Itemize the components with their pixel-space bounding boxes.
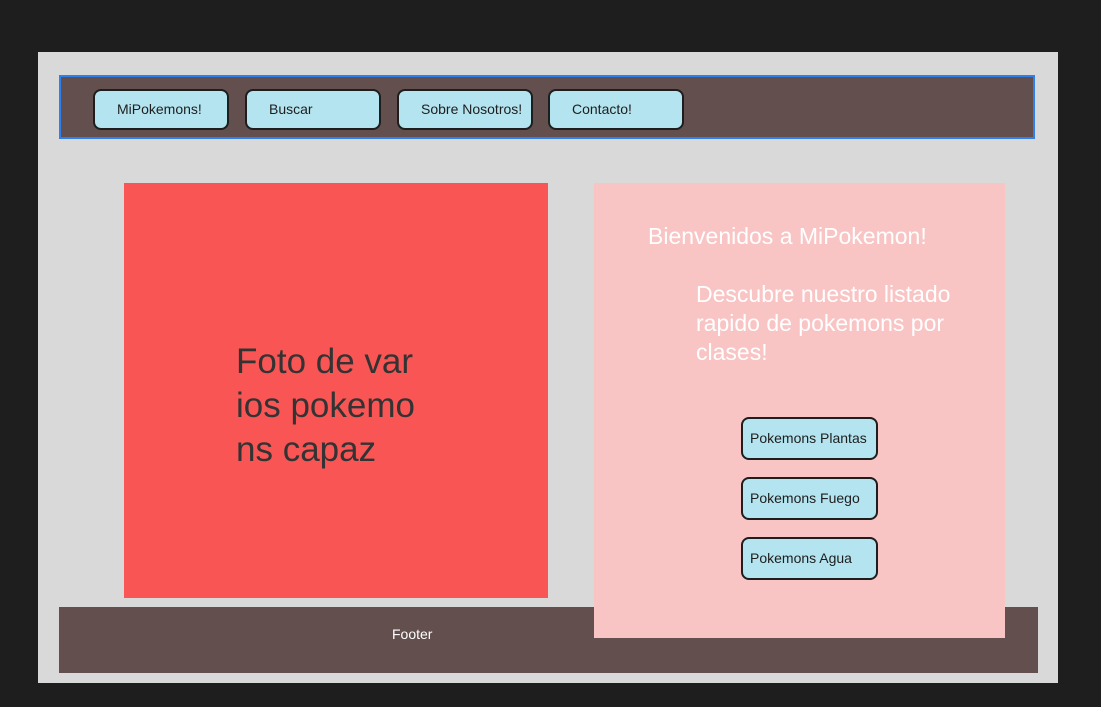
- nav-button-buscar[interactable]: Buscar: [245, 89, 381, 130]
- welcome-heading: Bienvenidos a MiPokemon!: [648, 223, 927, 249]
- pokemons-plantas-button[interactable]: Pokemons Plantas: [741, 417, 878, 460]
- nav-button-mipokemons[interactable]: MiPokemons!: [93, 89, 229, 130]
- nav-button-sobre-nosotros[interactable]: Sobre Nosotros!: [397, 89, 533, 130]
- photo-placeholder-text: Foto de varios pokemons capaz: [236, 342, 415, 469]
- footer-label: Footer: [392, 626, 433, 642]
- welcome-description: Descubre nuestro listado rapido de pokem…: [696, 281, 951, 365]
- nav-button-contacto[interactable]: Contacto!: [548, 89, 684, 130]
- pokemons-fuego-button[interactable]: Pokemons Fuego: [741, 477, 878, 520]
- pokemons-agua-button[interactable]: Pokemons Agua: [741, 537, 878, 580]
